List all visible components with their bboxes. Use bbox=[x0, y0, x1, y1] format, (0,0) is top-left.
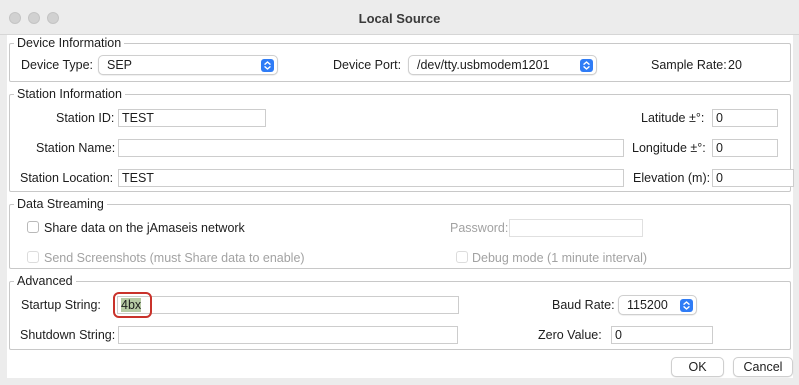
latitude-label: Latitude ±°: bbox=[641, 111, 705, 125]
sample-rate-label: Sample Rate: bbox=[651, 58, 727, 72]
device-type-label: Device Type: bbox=[21, 58, 94, 72]
share-data-checkbox[interactable] bbox=[27, 221, 39, 233]
highlight-annotation bbox=[113, 292, 152, 318]
station-name-label: Station Name: bbox=[36, 141, 116, 155]
shutdown-string-input[interactable] bbox=[118, 326, 458, 344]
startup-string-label: Startup String: bbox=[21, 298, 101, 312]
advanced-legend: Advanced bbox=[17, 274, 73, 288]
device-port-label: Device Port: bbox=[333, 58, 402, 72]
startup-string-input[interactable]: 4bx bbox=[117, 296, 459, 314]
baud-rate-select[interactable]: 115200 bbox=[618, 295, 697, 315]
cancel-button[interactable]: Cancel bbox=[733, 357, 793, 377]
longitude-input[interactable]: 0 bbox=[712, 139, 778, 157]
chevron-updown-icon bbox=[680, 299, 693, 312]
device-port-value: /dev/tty.usbmodem1201 bbox=[417, 58, 550, 72]
zero-value-input[interactable]: 0 bbox=[611, 326, 713, 344]
station-id-input[interactable]: TEST bbox=[118, 109, 266, 127]
station-information-legend: Station Information bbox=[17, 87, 122, 101]
shutdown-string-label: Shutdown String: bbox=[20, 328, 116, 342]
chevron-updown-icon bbox=[261, 59, 274, 72]
ok-button[interactable]: OK bbox=[671, 357, 724, 377]
baud-rate-value: 115200 bbox=[627, 298, 668, 312]
send-screenshots-label: Send Screenshots (must Share data to ena… bbox=[44, 251, 305, 265]
elevation-label: Elevation (m): bbox=[633, 171, 711, 185]
window-title: Local Source bbox=[358, 11, 441, 26]
device-type-select[interactable]: SEP bbox=[98, 55, 278, 75]
chevron-updown-icon bbox=[580, 59, 593, 72]
share-data-label: Share data on the jAmaseis network bbox=[44, 221, 245, 235]
station-location-label: Station Location: bbox=[20, 171, 114, 185]
password-input[interactable] bbox=[509, 219, 643, 237]
baud-rate-label: Baud Rate: bbox=[552, 298, 615, 312]
data-streaming-legend: Data Streaming bbox=[17, 197, 104, 211]
elevation-input[interactable]: 0 bbox=[712, 169, 794, 187]
debug-mode-checkbox[interactable] bbox=[456, 251, 468, 263]
device-information-legend: Device Information bbox=[17, 36, 122, 50]
longitude-label: Longitude ±°: bbox=[632, 141, 706, 155]
send-screenshots-checkbox[interactable] bbox=[27, 251, 39, 263]
station-location-input[interactable]: TEST bbox=[118, 169, 624, 187]
sample-rate-value: 20 bbox=[728, 58, 742, 72]
station-id-label: Station ID: bbox=[56, 111, 115, 125]
password-label: Password: bbox=[450, 221, 509, 235]
station-name-input[interactable] bbox=[118, 139, 624, 157]
device-port-select[interactable]: /dev/tty.usbmodem1201 bbox=[408, 55, 597, 75]
latitude-input[interactable]: 0 bbox=[712, 109, 778, 127]
zero-value-label: Zero Value: bbox=[538, 328, 602, 342]
device-type-value: SEP bbox=[107, 58, 133, 72]
debug-mode-label: Debug mode (1 minute interval) bbox=[472, 251, 648, 265]
